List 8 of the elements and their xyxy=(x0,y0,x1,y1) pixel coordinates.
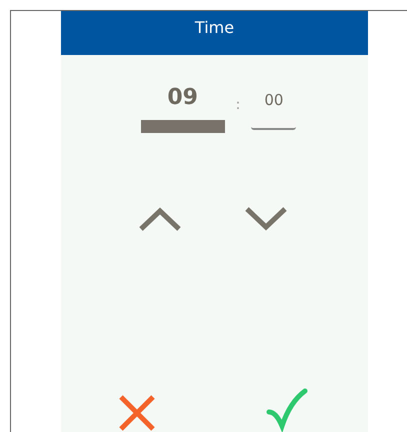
time-value[interactable]: 09 xyxy=(167,85,198,117)
header-title: Time xyxy=(194,18,234,37)
chevron-down-icon[interactable] xyxy=(244,205,288,233)
time-value[interactable]: 00 xyxy=(264,85,284,117)
time-separator: : xyxy=(236,97,240,113)
close-icon[interactable] xyxy=(118,394,156,432)
chevron-up-icon[interactable] xyxy=(138,205,182,233)
checkmark-icon[interactable] xyxy=(266,388,308,432)
